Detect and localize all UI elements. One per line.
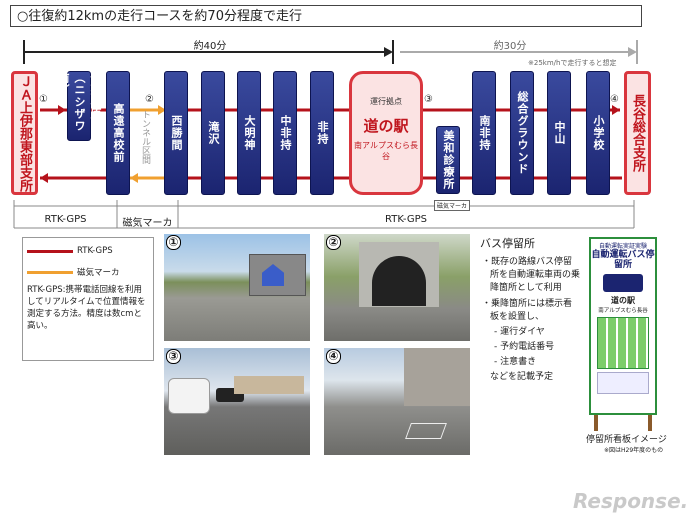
route-marker-2: ② [145,94,154,105]
stop-daimyojin: 大明神 [237,71,261,195]
legend: RTK-GPS 磁気マーカ RTK-GPS:携帯電話回線を利用してリアルタイムで… [22,237,154,361]
stop-ina-obara: 伊那小原（ニシザワ前） [57,71,102,141]
gps-right-label: RTK-GPS [385,214,427,225]
bus-item-3: - 注意書き [494,357,537,367]
bus-stop-notes: バス停留所 ・既存の路線バス停留所を自動運転車両の乗降箇所として利用 ・乗降箇所… [480,237,580,384]
end-stop-hase: 長谷総合支所 [624,71,651,195]
sign-timetable [597,317,649,369]
sign-caption-note: ※図はH29年度のもの [604,447,664,454]
legend-gps-swatch [27,249,73,253]
sign-name: 道の駅 [611,296,635,305]
legend-magnet-swatch [27,270,73,274]
hub-michinoeki: 運行拠点 道の駅 南アルプスむら長谷 [349,71,423,195]
hub-main: 道の駅 [363,117,409,135]
magnet-small-label: 磁気マーカ [434,200,471,211]
tunnel-label: トンネル区間 [140,110,150,164]
sign-caption: 停留所看板イメージ [586,435,667,445]
stop-miwa-clinic: 美和診療所 [436,126,460,194]
sign-notice [597,372,649,394]
legend-magnet-label: 磁気マーカ [77,268,120,278]
route-marker-4: ④ [610,94,619,105]
sign-desc: 南アルプスむら長谷 [598,308,648,314]
photo-2-number: ② [326,235,341,250]
sign-post-right [648,415,652,431]
photo-4-number: ④ [326,349,341,364]
gps-left-label: RTK-GPS [44,214,87,225]
bus-bullet-2: ・乗降箇所には標示看板を設置し、 [482,299,573,322]
sign-post-left [594,415,598,431]
watermark-logo: Response. [573,489,689,513]
bus-heading: バス停留所 [480,237,535,250]
sign-title: 自動運転バス停留所 [591,250,655,270]
sign-top: 自動運転実証実験 [598,243,647,250]
stop-nishikatsuma: 西勝間 [164,71,188,195]
gps-mid-label: 磁気マーカ [122,218,173,229]
photo-2-tunnel [324,234,470,341]
photo-3-michinoeki [164,348,310,455]
stop-takizawa: 滝沢 [201,71,225,195]
end-stop-ja: ＪＡ上伊那東部支所 [11,71,38,195]
sign-bus-icon [603,274,643,292]
hub-desc: 南アルプスむら長谷 [354,141,418,161]
bus-bullet-1: ・既存の路線バス停留所を自動運転車両の乗降箇所として利用 [482,257,581,293]
route-marker-1: ① [39,94,48,105]
photo-1-number: ① [166,235,181,250]
stop-school: 小学校 [586,71,610,195]
route-marker-3: ③ [424,94,433,105]
stop-sogo-ground: 総合グラウンド [510,71,534,195]
hub-sub: 運行拠点 [370,97,402,106]
stop-nakayama: 中山 [547,71,571,195]
stop-nakahiji: 中非持 [273,71,297,195]
bus-item-1: - 運行ダイヤ [494,327,545,337]
photo-1-takato-area [164,234,310,341]
photo-3-number: ③ [166,349,181,364]
bus-stop-sign: 自動運転実証実験 自動運転バス停留所 道の駅 南アルプスむら長谷 [589,237,657,415]
photo-4-hase [324,348,470,455]
stop-takato-hs: 高遠高校前 [106,71,130,195]
stop-hiji: 非持 [310,71,334,195]
stop-minamihiji: 南非持 [472,71,496,195]
bus-item-2: - 予約電話番号 [494,342,555,352]
bus-tail: などを記載予定 [490,372,554,382]
legend-desc: RTK-GPS:携帯電話回線を利用してリアルタイムで位置情報を測定する方法。精度… [27,285,146,331]
legend-gps-label: RTK-GPS [77,246,113,256]
